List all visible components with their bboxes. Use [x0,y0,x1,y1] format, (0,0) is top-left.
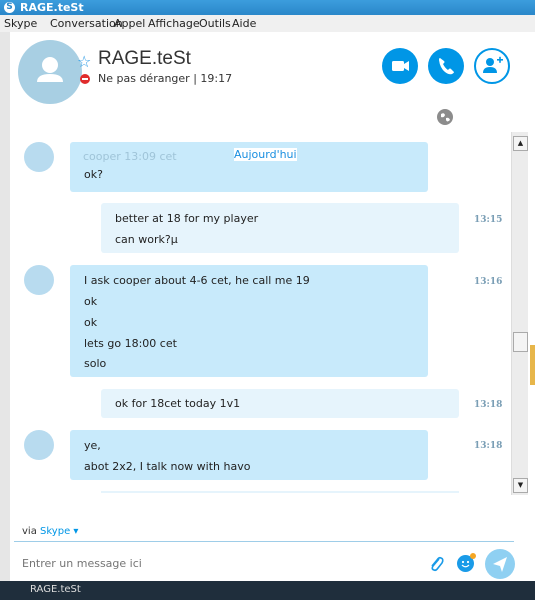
message-timestamp: 13:18 [474,441,503,451]
menu-item-aide[interactable]: Aide [232,17,256,30]
message-line: abot 2x2, I talk now with havo [84,460,251,473]
emoticon-icon[interactable] [457,553,476,572]
skype-window: S RAGE.teSt Skype Conversation Appel Aff… [0,0,535,600]
paperclip-icon[interactable] [428,555,444,573]
message-line: lets go 18:00 cet [84,337,177,350]
message-line: solo [84,357,107,370]
message-bubble: ok for 18cet today 1v1 [101,389,459,418]
send-button[interactable] [485,549,515,579]
video-call-button[interactable] [382,48,418,84]
send-arrow-icon [493,557,507,572]
window-title: RAGE.teSt [20,1,84,14]
message-line: ok for 18cet today 1v1 [115,397,241,410]
message-line: I ask cooper about 4-6 cet, he call me 1… [84,274,310,287]
conversation-header: ☆ RAGE.teSt Ne pas déranger | 19:17 [10,32,535,128]
message-timestamp: 13:18 [474,400,503,410]
taskbar: RAGE.teSt [0,581,535,600]
send-via-selector[interactable]: via Skype ▾ [22,526,78,537]
contact-name[interactable]: RAGE.teSt [98,48,191,70]
background-window-edge [530,345,535,385]
sender-avatar[interactable] [24,430,54,460]
message-line: ok [84,295,98,308]
next-message-edge [101,491,459,493]
left-panel-edge [0,32,10,600]
message-line: can work?µ [115,233,178,246]
contact-avatar[interactable] [18,40,82,104]
partial-message-header: cooper 13:09 cet [83,150,177,163]
title-bar: S RAGE.teSt [0,0,535,15]
taskbar-label[interactable]: RAGE.teSt [30,584,81,595]
local-time: 19:17 [200,72,233,85]
message-timestamp: 13:16 [474,277,503,287]
sender-avatar[interactable] [24,265,54,295]
contact-status: Ne pas déranger | 19:17 [98,72,233,85]
status-label: Ne pas déranger [98,72,190,85]
message-line: better at 18 for my player [115,212,259,225]
audio-call-button[interactable] [428,48,464,84]
via-label: via [22,526,37,537]
scroll-up-arrow-icon[interactable]: ▲ [513,136,528,151]
message-history[interactable]: ok? cooper 13:09 cet Aujourd'hui better … [10,128,511,495]
translator-globe-icon[interactable] [436,108,454,126]
message-bubble: ye, abot 2x2, I talk now with havo [70,430,428,480]
day-separator: Aujourd'hui [234,148,297,161]
menu-item-affichage[interactable]: Affichage [148,17,200,30]
sender-avatar[interactable] [24,142,54,172]
scrollbar-thumb[interactable] [513,332,528,352]
phone-icon [439,58,454,75]
scroll-down-arrow-icon[interactable]: ▼ [513,478,528,493]
message-bubble: better at 18 for my player can work?µ [101,203,459,253]
smiley-icon [461,560,470,568]
do-not-disturb-icon [80,74,90,84]
add-person-icon [483,56,503,73]
favorite-star-icon[interactable]: ☆ [77,52,91,71]
message-line: ok [84,316,98,329]
menu-item-outils[interactable]: Outils [199,17,231,30]
menu-item-conversation[interactable]: Conversation [50,17,123,30]
message-line: ok? [84,168,103,181]
menu-bar: Skype Conversation Appel Affichage Outil… [0,15,535,33]
composer-divider [14,541,514,542]
menu-item-appel[interactable]: Appel [114,17,145,30]
video-camera-icon [392,61,409,71]
add-participant-button[interactable] [474,48,510,84]
via-service-dropdown[interactable]: Skype ▾ [40,526,78,537]
skype-logo-icon: S [4,2,15,13]
chat-scrollbar[interactable]: ▲ ▼ [511,132,528,495]
message-bubble: I ask cooper about 4-6 cet, he call me 1… [70,265,428,377]
message-line: ye, [84,439,101,452]
message-input[interactable] [22,557,402,570]
menu-item-skype[interactable]: Skype [4,17,37,30]
person-icon [37,57,63,82]
message-timestamp: 13:15 [474,215,503,225]
